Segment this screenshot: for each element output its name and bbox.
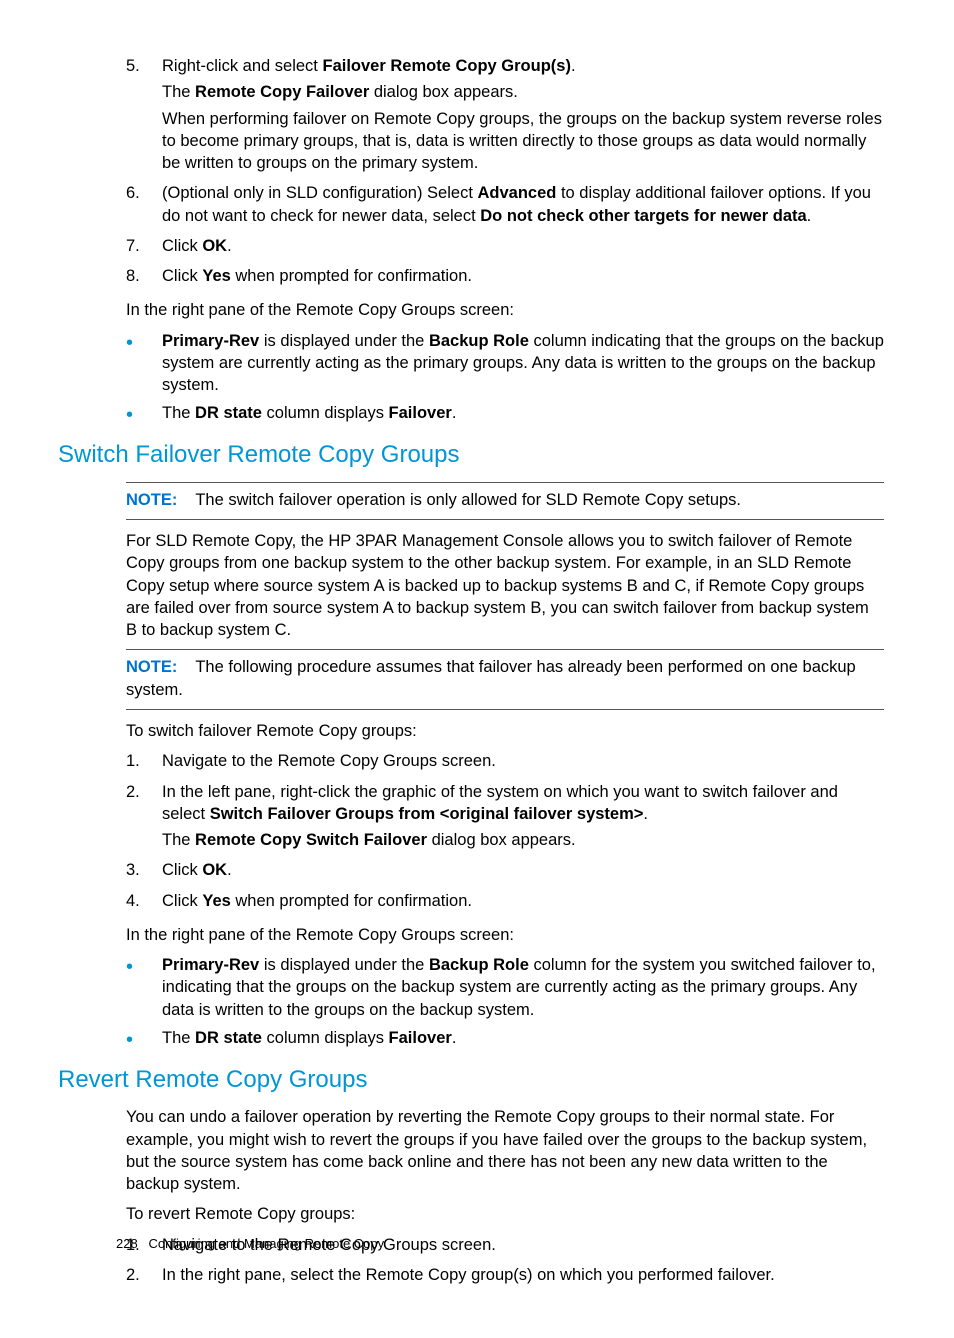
text: The: [162, 831, 195, 849]
step-1: 1. Navigate to the Remote Copy Groups sc…: [126, 750, 884, 776]
bold: Yes: [202, 267, 230, 285]
text: .: [571, 57, 576, 75]
bold: Switch Failover Groups from <original fa…: [210, 805, 644, 823]
note-box: NOTE: The switch failover operation is on…: [126, 482, 884, 520]
note-text: The switch failover operation is only al…: [195, 491, 741, 509]
paragraph: For SLD Remote Copy, the HP 3PAR Managem…: [126, 530, 884, 641]
paragraph: To switch failover Remote Copy groups:: [126, 720, 884, 742]
step-7: 7. Click OK.: [126, 235, 884, 261]
paragraph: In the right pane of the Remote Copy Gro…: [126, 299, 884, 321]
bullet-item: • The DR state column displays Failover.: [126, 1027, 884, 1050]
text: Click: [162, 892, 202, 910]
text: (Optional only in SLD configuration) Sel…: [162, 184, 478, 202]
text: When performing failover on Remote Copy …: [162, 108, 884, 175]
text: dialog box appears.: [369, 83, 518, 101]
note-label: NOTE:: [126, 658, 177, 676]
step-number: 5.: [126, 55, 162, 178]
step-number: 3.: [126, 859, 162, 885]
bold: Backup Role: [429, 332, 529, 350]
step-number: 7.: [126, 235, 162, 261]
bold: Failover: [389, 404, 452, 422]
bold: OK: [202, 237, 227, 255]
bullet-icon: •: [126, 402, 162, 425]
text: column displays: [262, 404, 389, 422]
paragraph: To revert Remote Copy groups:: [126, 1203, 884, 1225]
bold: Advanced: [478, 184, 557, 202]
text: when prompted for confirmation.: [231, 267, 472, 285]
text: .: [452, 1029, 457, 1047]
bold: DR state: [195, 404, 262, 422]
step-4: 4. Click Yes when prompted for confirmat…: [126, 890, 884, 916]
bold: Failover Remote Copy Group(s): [322, 57, 570, 75]
bold: Failover: [389, 1029, 452, 1047]
text: Click: [162, 237, 202, 255]
note-text: The following procedure assumes that fai…: [126, 658, 856, 698]
step-5: 5. Right-click and select Failover Remot…: [126, 55, 884, 178]
section-heading-switch-failover: Switch Failover Remote Copy Groups: [58, 439, 884, 471]
text: Right-click and select: [162, 57, 322, 75]
step-3: 3. Click OK.: [126, 859, 884, 885]
bold: DR state: [195, 1029, 262, 1047]
text: .: [807, 207, 812, 225]
bullet-icon: •: [126, 1027, 162, 1050]
paragraph: You can undo a failover operation by rev…: [126, 1106, 884, 1195]
step-number: 1.: [126, 750, 162, 776]
step-number: 6.: [126, 182, 162, 231]
step-2: 2. In the left pane, right-click the gra…: [126, 781, 884, 856]
top-continued-list: 5. Right-click and select Failover Remot…: [126, 55, 884, 425]
bullet-icon: •: [126, 954, 162, 1021]
step-2: 2. In the right pane, select the Remote …: [126, 1264, 884, 1290]
step-number: 2.: [126, 781, 162, 856]
bold: Yes: [202, 892, 230, 910]
text: The: [162, 1029, 195, 1047]
text: Click: [162, 861, 202, 879]
step-6: 6. (Optional only in SLD configuration) …: [126, 182, 884, 231]
bold: OK: [202, 861, 227, 879]
switch-section-body: NOTE: The switch failover operation is on…: [126, 482, 884, 1050]
text: .: [452, 404, 457, 422]
page-footer: 228 Configuring and Managing Remote Copy: [116, 1235, 384, 1253]
bullet-item: • The DR state column displays Failover.: [126, 402, 884, 425]
step-8: 8. Click Yes when prompted for confirmat…: [126, 265, 884, 291]
bold: Primary-Rev: [162, 956, 259, 974]
page: 5. Right-click and select Failover Remot…: [58, 55, 884, 1290]
text: Navigate to the Remote Copy Groups scree…: [162, 750, 884, 772]
note-box: NOTE:The following procedure assumes tha…: [126, 649, 884, 710]
text: .: [227, 237, 232, 255]
step-number: 4.: [126, 890, 162, 916]
bold: Do not check other targets for newer dat…: [480, 207, 806, 225]
text: when prompted for confirmation.: [231, 892, 472, 910]
footer-title: Configuring and Managing Remote Copy: [149, 1236, 385, 1251]
text: is displayed under the: [259, 956, 429, 974]
step-number: 8.: [126, 265, 162, 291]
paragraph: In the right pane of the Remote Copy Gro…: [126, 924, 884, 946]
bold: Primary-Rev: [162, 332, 259, 350]
step-number: 2.: [126, 1264, 162, 1290]
bullet-item: • Primary-Rev is displayed under the Bac…: [126, 330, 884, 397]
text: In the right pane, select the Remote Cop…: [162, 1264, 884, 1286]
revert-section-body: You can undo a failover operation by rev…: [126, 1106, 884, 1290]
bold: Remote Copy Switch Failover: [195, 831, 427, 849]
text: column displays: [262, 1029, 389, 1047]
bold: Backup Role: [429, 956, 529, 974]
text: is displayed under the: [259, 332, 429, 350]
page-number: 228: [116, 1236, 138, 1251]
text: .: [227, 861, 232, 879]
text: dialog box appears.: [427, 831, 576, 849]
bold: Remote Copy Failover: [195, 83, 369, 101]
bullet-item: • Primary-Rev is displayed under the Bac…: [126, 954, 884, 1021]
text: .: [643, 805, 648, 823]
bullet-icon: •: [126, 330, 162, 397]
text: Click: [162, 267, 202, 285]
text: The: [162, 404, 195, 422]
note-label: NOTE:: [126, 491, 177, 509]
text: The: [162, 83, 195, 101]
section-heading-revert: Revert Remote Copy Groups: [58, 1064, 884, 1096]
